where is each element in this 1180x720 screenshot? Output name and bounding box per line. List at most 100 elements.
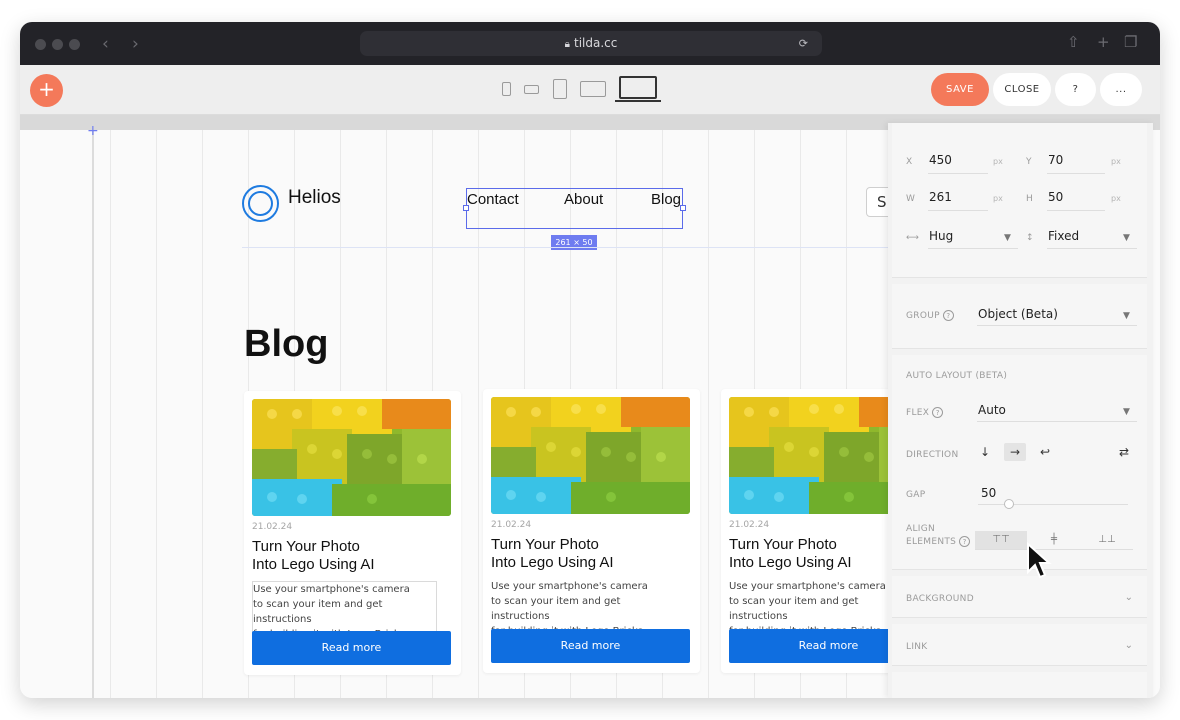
gap-label: GAP (906, 490, 926, 500)
save-button[interactable]: SAVE (931, 73, 989, 106)
direction-label: DIRECTION (906, 450, 959, 460)
x-label: X (906, 157, 913, 167)
address-bar[interactable]: 🔒︎ tilda.cc ⟳ (360, 31, 822, 56)
device-tablet-landscape-icon[interactable] (580, 81, 606, 97)
card-title-line: Turn Your Photo (252, 538, 360, 555)
maximize-window-dot[interactable] (69, 39, 80, 50)
card-title-line: Into Lego Using AI (491, 554, 614, 571)
nav-link-contact[interactable]: Contact (467, 191, 519, 208)
chevron-down-icon[interactable]: ⌄ (1125, 592, 1133, 603)
add-block-button[interactable]: + (30, 74, 63, 107)
url-text: tilda.cc (573, 36, 618, 50)
card-title[interactable]: Turn Your Photo Into Lego Using AI (491, 536, 696, 572)
forward-icon[interactable]: › (132, 34, 139, 54)
new-tab-icon[interactable]: + (1097, 33, 1110, 51)
width-mode-select[interactable]: Hug (929, 229, 953, 243)
align-label-line: ALIGN (906, 524, 936, 534)
help-icon[interactable]: ? (959, 536, 971, 547)
editor-toolbar: + SAVE CLOSE ? ... (20, 65, 1160, 115)
gap-slider-track[interactable] (978, 504, 1128, 505)
align-label: ALIGN ELEMENTS? (906, 523, 971, 549)
flex-underline (977, 421, 1137, 422)
h-input[interactable]: 50 (1048, 190, 1063, 204)
link-label: LINK (906, 642, 928, 652)
help-icon[interactable]: ? (942, 310, 954, 321)
crosshair-icon: + (87, 123, 99, 139)
w-input[interactable]: 261 (929, 190, 952, 204)
minimize-window-dot[interactable] (52, 39, 63, 50)
align-top-icon[interactable]: ⊤⊤ (975, 531, 1027, 549)
card-title-line: Turn Your Photo (491, 536, 599, 553)
panel-footer (892, 672, 1147, 698)
reload-icon[interactable]: ⟳ (799, 31, 812, 56)
grid-column (156, 130, 157, 698)
card-title[interactable]: Turn Your Photo Into Lego Using AI (252, 538, 457, 574)
chevron-down-icon[interactable]: ▼ (1123, 233, 1130, 243)
direction-down-icon[interactable]: ↓ (974, 443, 996, 461)
group-section: GROUP? Object (Beta) ▼ (892, 284, 1147, 349)
share-icon[interactable]: ⇧ (1067, 33, 1080, 51)
direction-right-icon[interactable]: → (1004, 443, 1026, 461)
x-underline (928, 173, 988, 174)
read-more-button[interactable]: Read more (252, 631, 451, 665)
card-date: 21.02.24 (491, 520, 532, 530)
flex-select[interactable]: Auto (978, 403, 1006, 417)
x-input[interactable]: 450 (929, 153, 952, 167)
flex-label: FLEX? (906, 407, 944, 418)
close-button[interactable]: CLOSE (993, 73, 1051, 106)
blog-card[interactable]: 21.02.24 Turn Your Photo Into Lego Using… (244, 391, 461, 675)
more-button[interactable]: ... (1100, 73, 1142, 106)
y-unit: px (1111, 157, 1121, 166)
auto-layout-title: AUTO LAYOUT (BETA) (906, 371, 1008, 381)
height-mode-select[interactable]: Fixed (1048, 229, 1079, 243)
direction-wrap-icon[interactable]: ↩ (1034, 443, 1056, 461)
align-bottom-icon[interactable]: ⊥⊥ (1081, 531, 1133, 549)
card-image (252, 399, 451, 516)
gap-slider-thumb[interactable] (1004, 499, 1014, 509)
card-title-line: Into Lego Using AI (252, 556, 375, 573)
height-mode-icon: ↕ (1026, 233, 1034, 243)
logo-inner-ring (248, 191, 273, 216)
chevron-down-icon[interactable]: ⌄ (1125, 640, 1133, 651)
back-icon[interactable]: ‹ (102, 34, 109, 54)
help-icon[interactable]: ? (932, 407, 944, 418)
page-title: Blog (244, 323, 329, 365)
tabs-overview-icon[interactable]: ❐ (1124, 33, 1137, 51)
read-more-button[interactable]: Read more (491, 629, 690, 663)
card-desc-line: to scan your item and get instructions (729, 596, 859, 622)
left-guide (92, 130, 94, 698)
blog-card[interactable]: 21.02.24 Turn Your Photo Into Lego Using… (483, 389, 700, 673)
chevron-down-icon[interactable]: ▼ (1123, 311, 1130, 321)
chevron-down-icon[interactable]: ▼ (1004, 233, 1011, 243)
close-window-dot[interactable] (35, 39, 46, 50)
auto-layout-section: AUTO LAYOUT (BETA) FLEX? Auto ▼ DIRECTIO… (892, 355, 1147, 570)
device-tablet-portrait-icon[interactable] (553, 79, 567, 99)
device-phone-portrait-icon[interactable] (502, 82, 511, 96)
laptop-base (615, 100, 661, 102)
browser-window: ‹ › 🔒︎ tilda.cc ⟳ ⇧ + ❐ + SAVE CLOSE ? ..… (20, 22, 1160, 698)
nav-link-about[interactable]: About (564, 191, 603, 208)
device-desktop-icon[interactable] (619, 76, 657, 99)
brand-name[interactable]: Helios (288, 187, 341, 209)
browser-titlebar: ‹ › 🔒︎ tilda.cc ⟳ ⇧ + ❐ (20, 22, 1160, 65)
w-label: W (906, 194, 916, 204)
gap-input[interactable]: 50 (981, 486, 996, 500)
align-underline (975, 549, 1133, 550)
help-button[interactable]: ? (1055, 73, 1096, 106)
grid-column (708, 130, 709, 698)
direction-reverse-icon[interactable]: ⇄ (1113, 443, 1135, 461)
chevron-down-icon[interactable]: ▼ (1123, 407, 1130, 417)
y-input[interactable]: 70 (1048, 153, 1063, 167)
link-section[interactable]: LINK ⌄ (892, 624, 1147, 666)
lock-icon: 🔒︎ (564, 39, 570, 50)
w-unit: px (993, 194, 1003, 203)
background-section[interactable]: BACKGROUND ⌄ (892, 576, 1147, 618)
x-unit: px (993, 157, 1003, 166)
group-select[interactable]: Object (Beta) (978, 307, 1058, 321)
position-size-section: X 450 px Y 70 px W 261 px H 50 px ⟷ Hug … (892, 123, 1147, 278)
device-phone-landscape-icon[interactable] (524, 85, 539, 94)
group-underline (977, 325, 1137, 326)
h-underline (1047, 210, 1105, 211)
nav-link-blog[interactable]: Blog (651, 191, 681, 208)
card-image (491, 397, 690, 514)
